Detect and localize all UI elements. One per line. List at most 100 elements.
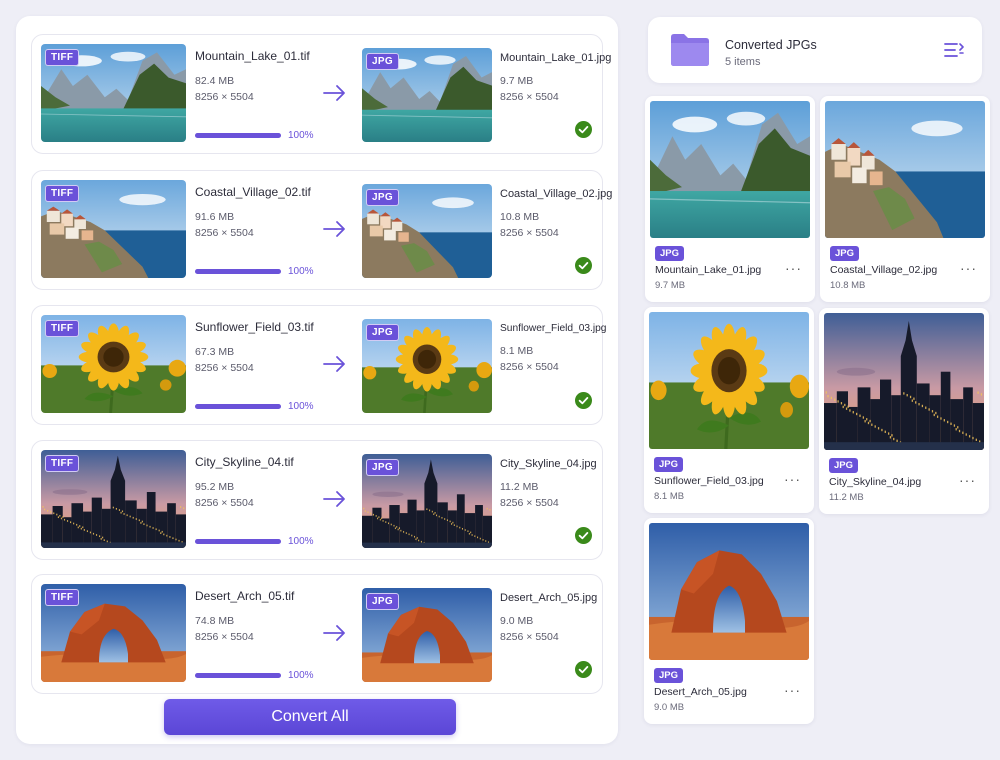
more-options-icon[interactable]: ··· (784, 682, 801, 698)
output-info: Coastal_Village_02.jpg 10.8 MB 8256 × 550… (500, 188, 613, 241)
output-size: 10.8 MB (500, 211, 540, 223)
output-format-badge: JPG (366, 189, 399, 206)
gallery-card[interactable]: JPG Mountain_Lake_01.jpg 9.7 MB ··· (645, 96, 815, 302)
output-dimensions: 8256 × 5504 (500, 227, 559, 239)
output-thumbnail[interactable]: JPG (362, 588, 492, 682)
output-thumbnail[interactable]: JPG (362, 184, 492, 278)
format-badge: JPG (830, 246, 860, 261)
progress-fill (195, 133, 281, 138)
output-dimensions: 8256 × 5504 (500, 91, 559, 103)
source-filename: Coastal_Village_02.tif (195, 185, 311, 199)
arrow-right-icon (323, 491, 345, 507)
source-format-badge: TIFF (45, 589, 80, 606)
progress-label: 100% (288, 130, 314, 141)
arrow-right-icon (323, 85, 345, 101)
output-info: Sunflower_Field_03.jpg 8.1 MB 8256 × 5504 (500, 323, 607, 375)
gallery-thumbnail[interactable] (649, 312, 809, 449)
gallery-thumbnail[interactable] (824, 313, 984, 450)
format-badge: JPG (654, 668, 684, 683)
output-info: Mountain_Lake_01.jpg 9.7 MB 8256 × 5504 (500, 52, 612, 105)
progress-fill (195, 673, 281, 678)
convert-all-button[interactable]: Convert All (164, 699, 456, 735)
folder-icon (671, 34, 709, 66)
gallery-filename: City_Skyline_04.jpg (829, 476, 922, 488)
output-format-badge: JPG (366, 53, 399, 70)
gallery-filesize: 11.2 MB (829, 492, 864, 503)
progress-bar: 100% (195, 670, 330, 682)
output-dimensions: 8256 × 5504 (500, 631, 559, 643)
gallery-filename: Desert_Arch_05.jpg (654, 686, 747, 698)
gallery-filesize: 8.1 MB (654, 491, 685, 502)
gallery-thumbnail[interactable] (650, 101, 810, 238)
sunflower-image (649, 312, 809, 449)
gallery-filename: Coastal_Village_02.jpg (830, 264, 938, 276)
source-thumbnail[interactable]: TIFF (41, 584, 186, 682)
progress-fill (195, 269, 281, 274)
desert-arch-image (649, 523, 809, 660)
progress-label: 100% (288, 670, 314, 681)
conversion-row: TIFF Desert_Arch_05.tif 74.8 MB 8256 × 55… (31, 574, 603, 694)
gallery-card[interactable]: JPG Sunflower_Field_03.jpg 8.1 MB ··· (644, 307, 814, 513)
format-badge: JPG (829, 458, 859, 473)
gallery-card[interactable]: JPG Coastal_Village_02.jpg 10.8 MB ··· (820, 96, 990, 302)
source-format-badge: TIFF (45, 49, 80, 66)
folder-header[interactable]: Converted JPGs 5 items (648, 17, 982, 83)
format-badge: JPG (654, 457, 684, 472)
format-badge: JPG (655, 246, 685, 261)
source-filename: City_Skyline_04.tif (195, 455, 294, 469)
more-options-icon[interactable]: ··· (960, 260, 977, 276)
progress-bar: 100% (195, 130, 330, 142)
output-size: 8.1 MB (500, 345, 534, 357)
gallery-filename: Mountain_Lake_01.jpg (655, 264, 762, 276)
more-options-icon[interactable]: ··· (959, 472, 976, 488)
conversion-row: TIFF Mountain_Lake_01.tif 82.4 MB 8256 × … (31, 34, 612, 154)
gallery-thumbnail[interactable] (649, 523, 809, 660)
source-thumbnail[interactable]: TIFF (41, 180, 186, 278)
gallery-filename: Sunflower_Field_03.jpg (654, 475, 764, 487)
output-dimensions: 8256 × 5504 (500, 497, 559, 509)
output-filename: Mountain_Lake_01.jpg (500, 52, 612, 64)
coastal-village-image (825, 101, 985, 238)
check-circle-icon (575, 121, 592, 138)
source-thumbnail[interactable]: TIFF (41, 315, 186, 413)
output-filename: Sunflower_Field_03.jpg (500, 323, 607, 334)
output-filename: Coastal_Village_02.jpg (500, 188, 613, 200)
source-thumbnail[interactable]: TIFF (41, 44, 186, 142)
output-thumbnail[interactable]: JPG (362, 454, 492, 548)
source-thumbnail[interactable]: TIFF (41, 450, 186, 548)
output-thumbnail[interactable]: JPG (362, 319, 492, 413)
source-filename: Mountain_Lake_01.tif (195, 49, 310, 63)
conversion-panel: TIFF Mountain_Lake_01.tif 82.4 MB 8256 × … (16, 16, 618, 744)
source-format-badge: TIFF (45, 185, 80, 202)
conversion-row: TIFF Coastal_Village_02.tif 91.6 MB 8256 … (31, 170, 613, 290)
more-options-icon[interactable]: ··· (784, 471, 801, 487)
progress-bar: 100% (195, 401, 330, 413)
progress-label: 100% (288, 266, 314, 277)
progress-label: 100% (288, 536, 314, 547)
gallery-card[interactable]: JPG City_Skyline_04.jpg 11.2 MB ··· (819, 308, 989, 514)
more-options-icon[interactable]: ··· (785, 260, 802, 276)
gallery-card[interactable]: JPG Desert_Arch_05.jpg 9.0 MB ··· (644, 518, 814, 724)
check-circle-icon (575, 661, 592, 678)
output-format-badge: JPG (366, 593, 399, 610)
source-filename: Desert_Arch_05.tif (195, 589, 295, 603)
source-format-badge: TIFF (45, 320, 80, 337)
arrow-right-icon (323, 221, 345, 237)
progress-fill (195, 404, 281, 409)
gallery-thumbnail[interactable] (825, 101, 985, 238)
output-dimensions: 8256 × 5504 (500, 361, 559, 373)
arrow-right-icon (323, 356, 345, 372)
output-size: 9.7 MB (500, 75, 534, 87)
output-thumbnail[interactable]: JPG (362, 48, 492, 142)
output-info: Desert_Arch_05.jpg 9.0 MB 8256 × 5504 (500, 592, 604, 645)
conversion-row: TIFF City_Skyline_04.tif 95.2 MB 8256 × 5… (31, 440, 603, 560)
mountain-lake-image (650, 101, 810, 238)
arrow-right-icon (323, 625, 345, 641)
progress-bar: 100% (195, 266, 330, 278)
output-filename: Desert_Arch_05.jpg (500, 592, 598, 604)
list-view-icon[interactable] (944, 42, 964, 58)
output-size: 9.0 MB (500, 615, 534, 627)
check-circle-icon (575, 527, 592, 544)
check-circle-icon (575, 257, 592, 274)
output-filename: City_Skyline_04.jpg (500, 458, 597, 470)
